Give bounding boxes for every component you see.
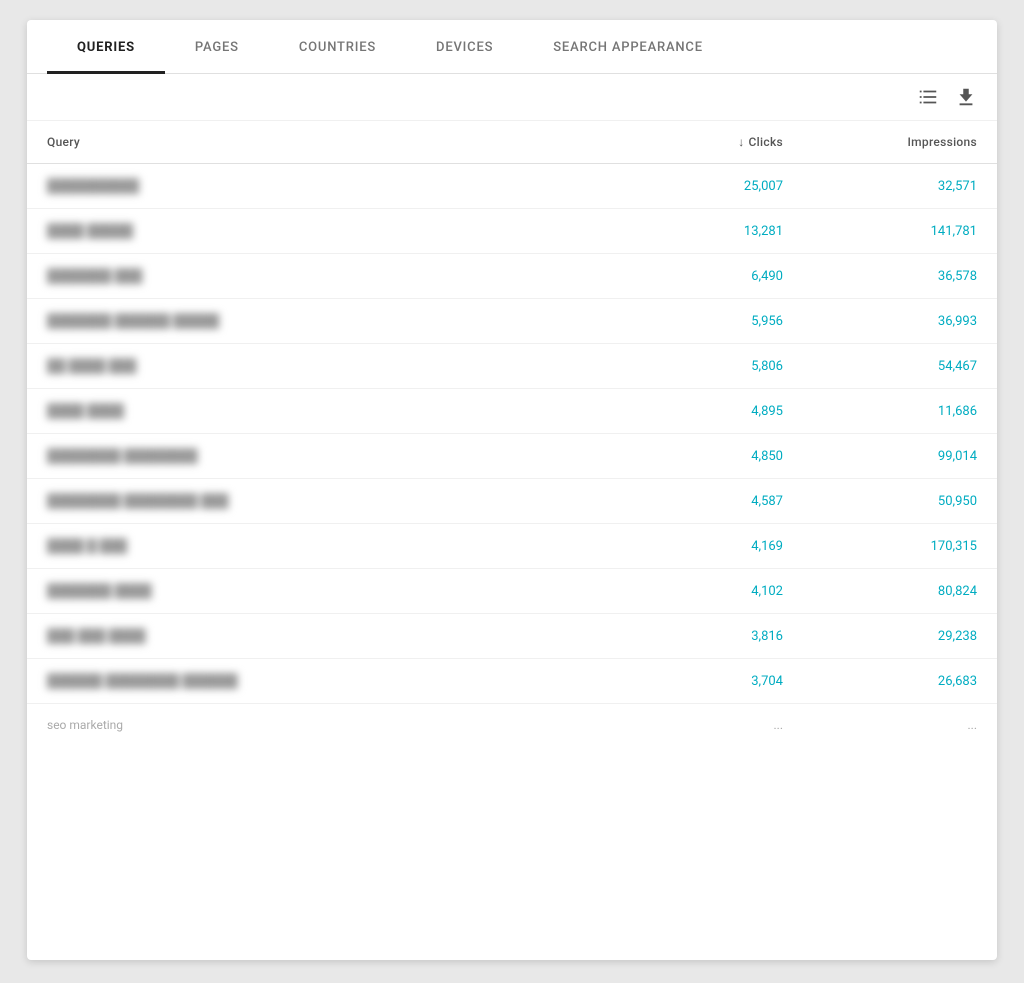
table-row: ██ ████ ███5,80654,467 <box>27 344 997 389</box>
table-row: ██████████25,00732,571 <box>27 164 997 209</box>
col-header-clicks[interactable]: ↓Clicks <box>609 121 803 164</box>
table-cell-impressions: 11,686 <box>803 389 997 434</box>
table-row: ██████ ████████ ██████3,70426,683 <box>27 659 997 704</box>
table-cell-query[interactable]: ████ █ ███ <box>27 524 609 569</box>
table-row: ███████ ██████ █████5,95636,993 <box>27 299 997 344</box>
table-cell-clicks: 4,169 <box>609 524 803 569</box>
footer-cell-query: seo marketing <box>27 704 609 747</box>
table-cell-impressions: 36,993 <box>803 299 997 344</box>
main-card: QUERIES PAGES COUNTRIES DEVICES SEARCH A… <box>27 20 997 960</box>
table-row: ████ █████13,281141,781 <box>27 209 997 254</box>
table-header-row: Query ↓Clicks Impressions <box>27 121 997 164</box>
table-cell-clicks: 4,895 <box>609 389 803 434</box>
sort-arrow-icon: ↓ <box>738 135 744 149</box>
table-cell-query[interactable]: ████████ ████████ <box>27 434 609 479</box>
table-cell-clicks: 25,007 <box>609 164 803 209</box>
tab-queries[interactable]: QUERIES <box>47 20 165 74</box>
tab-search-appearance[interactable]: SEARCH APPEARANCE <box>523 20 733 74</box>
table-cell-query[interactable]: ███████ ████ <box>27 569 609 614</box>
table-cell-query[interactable]: ███ ███ ████ <box>27 614 609 659</box>
table-cell-clicks: 13,281 <box>609 209 803 254</box>
table-cell-query[interactable]: ██ ████ ███ <box>27 344 609 389</box>
table-cell-impressions: 50,950 <box>803 479 997 524</box>
table-cell-clicks: 3,816 <box>609 614 803 659</box>
table-row: ███████ ███6,49036,578 <box>27 254 997 299</box>
table-cell-query[interactable]: ████████ ████████ ███ <box>27 479 609 524</box>
footer-cell-clicks: ... <box>609 704 803 747</box>
col-header-query: Query <box>27 121 609 164</box>
table-cell-query[interactable]: ████ █████ <box>27 209 609 254</box>
table-footer-row: seo marketing...... <box>27 704 997 747</box>
table-cell-clicks: 4,102 <box>609 569 803 614</box>
table-cell-impressions: 141,781 <box>803 209 997 254</box>
table-cell-clicks: 5,956 <box>609 299 803 344</box>
table-cell-clicks: 4,587 <box>609 479 803 524</box>
toolbar <box>27 74 997 121</box>
data-table: Query ↓Clicks Impressions ██████████25,0… <box>27 121 997 746</box>
table-row: ████████ ████████4,85099,014 <box>27 434 997 479</box>
tab-bar: QUERIES PAGES COUNTRIES DEVICES SEARCH A… <box>27 20 997 74</box>
tab-countries[interactable]: COUNTRIES <box>269 20 406 74</box>
footer-cell-impressions: ... <box>803 704 997 747</box>
download-icon[interactable] <box>955 86 977 108</box>
tab-devices[interactable]: DEVICES <box>406 20 523 74</box>
filter-icon[interactable] <box>917 86 939 108</box>
table-row: ███████ ████4,10280,824 <box>27 569 997 614</box>
table-cell-impressions: 36,578 <box>803 254 997 299</box>
table-cell-clicks: 5,806 <box>609 344 803 389</box>
table-cell-clicks: 6,490 <box>609 254 803 299</box>
table-cell-query[interactable]: ████ ████ <box>27 389 609 434</box>
tab-pages[interactable]: PAGES <box>165 20 269 74</box>
table-row: ████ █ ███4,169170,315 <box>27 524 997 569</box>
table-cell-query[interactable]: ██████ ████████ ██████ <box>27 659 609 704</box>
table-cell-impressions: 99,014 <box>803 434 997 479</box>
col-header-impressions: Impressions <box>803 121 997 164</box>
table-row: ████ ████4,89511,686 <box>27 389 997 434</box>
table-cell-impressions: 26,683 <box>803 659 997 704</box>
table-cell-query[interactable]: ███████ ███ <box>27 254 609 299</box>
table-cell-impressions: 29,238 <box>803 614 997 659</box>
table-cell-query[interactable]: ███████ ██████ █████ <box>27 299 609 344</box>
table-cell-clicks: 4,850 <box>609 434 803 479</box>
table-cell-impressions: 170,315 <box>803 524 997 569</box>
table-cell-clicks: 3,704 <box>609 659 803 704</box>
table-cell-query[interactable]: ██████████ <box>27 164 609 209</box>
table-cell-impressions: 80,824 <box>803 569 997 614</box>
table-cell-impressions: 54,467 <box>803 344 997 389</box>
table-cell-impressions: 32,571 <box>803 164 997 209</box>
table-row: ███ ███ ████3,81629,238 <box>27 614 997 659</box>
table-row: ████████ ████████ ███4,58750,950 <box>27 479 997 524</box>
